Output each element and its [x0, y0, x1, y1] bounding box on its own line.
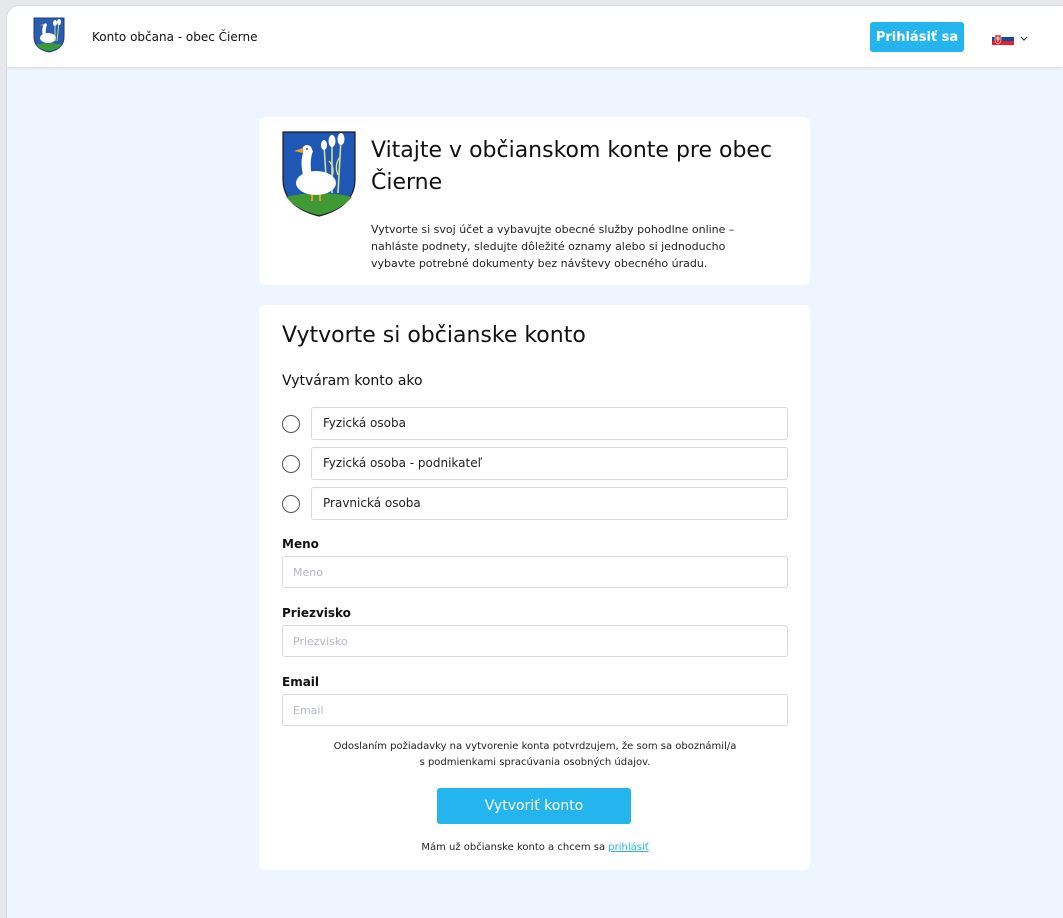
welcome-text: Vytvorte si svoj účet a vybavujte obecné…	[371, 223, 735, 270]
last-name-label: Priezvisko	[282, 606, 351, 620]
consent-text: Odoslaním požiadavky na vytvorenie konta…	[282, 739, 788, 771]
option-label[interactable]: Fyzická osoba	[311, 407, 788, 440]
welcome-title: Vitajte v občianskom konte pre obec Čier…	[371, 138, 773, 195]
account-type-option-legal-entity[interactable]: Pravnická osoba	[282, 487, 788, 520]
option-label[interactable]: Pravnická osoba	[311, 487, 788, 520]
registration-card: Vytvorte si občianske konto Vytváram kon…	[259, 305, 810, 870]
radio-button[interactable]	[282, 455, 300, 473]
first-name-input[interactable]	[282, 556, 788, 588]
welcome-card: Vitajte v občianskom konte pre obec Čier…	[259, 117, 810, 285]
login-link[interactable]: prihlásiť	[608, 842, 648, 853]
radio-button[interactable]	[282, 495, 300, 513]
chevron-down-icon	[1020, 36, 1028, 41]
municipal-crest-image	[282, 131, 356, 217]
option-label[interactable]: Fyzická osoba - podnikateľ	[311, 447, 788, 480]
login-button[interactable]: Prihlásiť sa	[870, 22, 964, 52]
language-selector[interactable]	[992, 32, 1032, 46]
municipal-crest-logo[interactable]	[33, 17, 65, 53]
last-name-input[interactable]	[282, 625, 788, 657]
radio-button[interactable]	[282, 415, 300, 433]
login-prompt: Mám už občianske konto a chcem sa prihlá…	[282, 842, 788, 853]
account-type-heading: Vytváram konto ako	[282, 373, 423, 389]
first-name-label: Meno	[282, 537, 319, 551]
consent-line-2: s podmienkami spracúvania osobných údajo…	[419, 757, 651, 768]
top-navigation-bar: Konto občana - obec Čierne Prihlásiť sa	[7, 6, 1063, 67]
consent-line-1: Odoslaním požiadavky na vytvorenie konta…	[333, 741, 737, 752]
app-title: Konto občana - obec Čierne	[92, 30, 258, 44]
browser-page: Konto občana - obec Čierne Prihlásiť sa	[7, 6, 1063, 918]
email-label: Email	[282, 675, 320, 689]
account-type-option-entrepreneur[interactable]: Fyzická osoba - podnikateľ	[282, 447, 788, 480]
create-account-button[interactable]: Vytvoriť konto	[437, 788, 631, 824]
email-input[interactable]	[282, 694, 788, 726]
login-prompt-text: Mám už občianske konto a chcem sa	[421, 842, 606, 853]
slovak-flag-icon	[992, 33, 1014, 45]
form-title: Vytvorte si občianske konto	[282, 323, 586, 348]
account-type-option-individual[interactable]: Fyzická osoba	[282, 407, 788, 440]
